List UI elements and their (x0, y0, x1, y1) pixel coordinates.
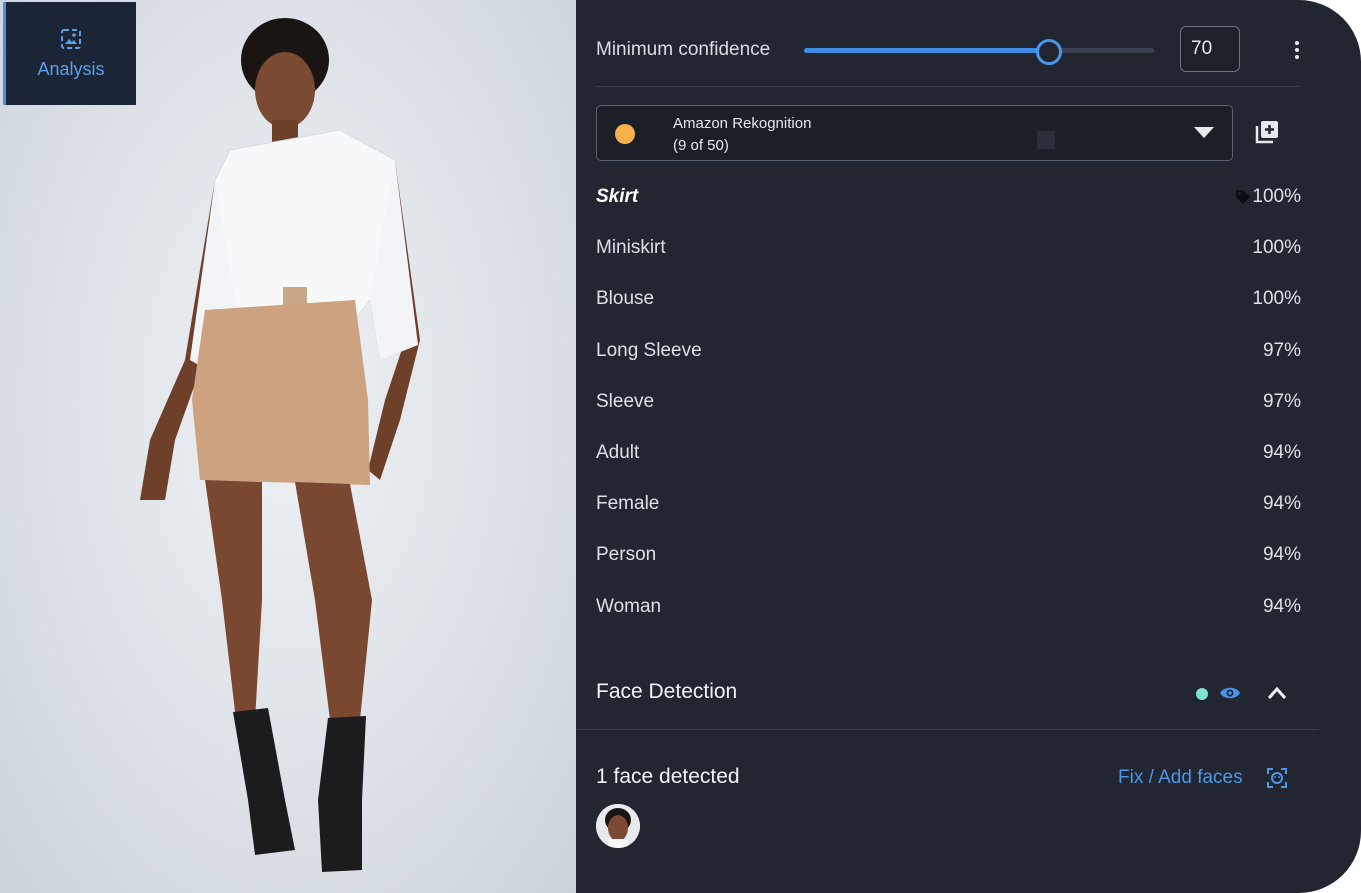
label-name: Skirt (596, 186, 639, 207)
confidence-slider-thumb[interactable] (1036, 39, 1062, 65)
face-scan-icon[interactable] (1266, 767, 1288, 789)
dropdown-caret-icon (1194, 127, 1214, 138)
label-row[interactable]: Long Sleeve 97% (596, 325, 1301, 376)
label-name: Miniskirt (596, 237, 666, 259)
engine-color-dot (615, 124, 635, 144)
fix-add-faces-link[interactable]: Fix / Add faces (1118, 767, 1243, 789)
engine-count: (9 of 50) (673, 137, 729, 154)
engine-placeholder-square (1037, 131, 1055, 149)
chevron-up-icon[interactable] (1266, 683, 1288, 703)
label-row[interactable]: Adult 94% (596, 427, 1301, 478)
label-row[interactable]: Person 94% (596, 529, 1301, 580)
label-confidence: 100% (1252, 288, 1301, 310)
label-row[interactable]: Female 94% (596, 478, 1301, 529)
analysis-tab-label: Analysis (37, 59, 105, 79)
engine-name: Amazon Rekognition (673, 115, 812, 132)
analyzed-photo (0, 0, 576, 893)
label-row[interactable]: Sleeve 97% (596, 376, 1301, 427)
divider (596, 86, 1301, 87)
eye-icon[interactable] (1219, 684, 1241, 702)
label-name: Adult (596, 441, 640, 463)
add-library-icon[interactable] (1254, 119, 1280, 145)
label-confidence: 97% (1262, 390, 1301, 412)
label-row[interactable]: Woman 94% (596, 581, 1301, 632)
label-name: Long Sleeve (596, 339, 702, 361)
image-analysis-icon (61, 29, 81, 49)
label-confidence: 100% (1252, 237, 1301, 259)
label-name: Woman (596, 595, 662, 617)
analysis-tab[interactable]: Analysis (3, 2, 136, 105)
label-row[interactable]: Blouse 100% (596, 273, 1301, 324)
label-confidence: 94% (1262, 544, 1301, 566)
label-name: Blouse (596, 288, 655, 310)
confidence-slider-fill (804, 48, 1049, 53)
face-detection-title: Face Detection (596, 680, 738, 703)
label-row[interactable]: Miniskirt 100% (596, 222, 1301, 273)
engine-select[interactable]: Amazon Rekognition (9 of 50) (596, 105, 1233, 161)
confidence-label: Minimum confidence (596, 39, 771, 60)
confidence-slider[interactable] (804, 48, 1154, 53)
confidence-value-input[interactable]: 70 (1180, 26, 1240, 72)
label-name: Sleeve (596, 390, 655, 412)
label-list: Skirt 100% Miniskirt 100% Blouse 100% Long Sle… (596, 171, 1301, 632)
tag-icon (1236, 190, 1250, 204)
face-thumbnail-image (596, 804, 640, 848)
analysis-panel: Minimum confidence 70 Amazon Rekognition… (576, 0, 1361, 893)
face-count-text: 1 face detected (596, 765, 740, 788)
label-confidence: 100% (1252, 186, 1301, 207)
more-options-icon[interactable] (1288, 38, 1306, 62)
woman-in-white-blouse-illustration (140, 18, 420, 872)
label-row[interactable]: Skirt 100% (596, 171, 1301, 222)
label-name: Person (596, 544, 657, 566)
status-dot (1196, 688, 1208, 700)
label-confidence: 94% (1262, 493, 1301, 515)
label-name: Female (596, 493, 660, 515)
face-thumbnail[interactable] (596, 804, 640, 848)
label-confidence: 94% (1262, 441, 1301, 463)
label-confidence: 94% (1262, 595, 1301, 617)
confidence-row: Minimum confidence 70 (596, 26, 1311, 74)
divider (576, 729, 1319, 730)
label-confidence: 97% (1262, 339, 1301, 361)
